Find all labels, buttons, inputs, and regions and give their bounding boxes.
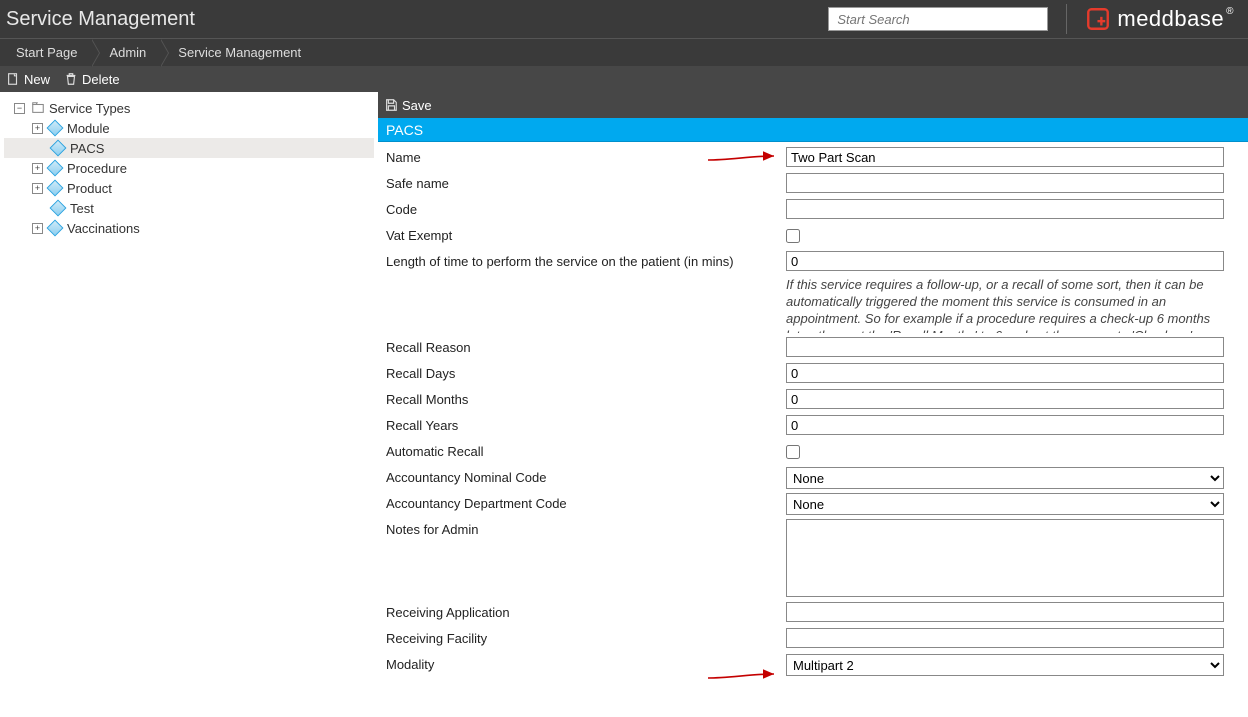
brand-logo: meddbase® <box>1085 6 1238 32</box>
expand-icon[interactable]: + <box>32 183 43 194</box>
length-label: Length of time to perform the service on… <box>386 250 786 269</box>
tree-item-procedure[interactable]: +Procedure <box>4 158 374 178</box>
save-icon <box>384 98 398 112</box>
diamond-icon <box>47 120 64 137</box>
tree-panel: − Service Types +Module PACS +Procedure … <box>0 92 378 699</box>
recv-fac-label: Receiving Facility <box>386 627 786 646</box>
expand-icon[interactable]: + <box>32 223 43 234</box>
reg-mark: ® <box>1226 6 1234 17</box>
tree-item-vaccinations[interactable]: +Vaccinations <box>4 218 374 238</box>
tree-root[interactable]: − Service Types <box>4 98 374 118</box>
savebar: Save <box>378 92 1248 118</box>
actionbar: New Delete <box>0 66 1248 92</box>
crumb-start[interactable]: Start Page <box>4 41 93 64</box>
tree-item-module[interactable]: +Module <box>4 118 374 138</box>
tree-item-pacs[interactable]: PACS <box>4 138 374 158</box>
brand-text: meddbase <box>1117 6 1224 32</box>
form: Name Safe name Code Vat Exempt Length of… <box>378 142 1248 699</box>
page-title: Service Management <box>6 8 195 31</box>
recall-help-text: If this service requires a follow-up, or… <box>786 277 1224 333</box>
length-field[interactable] <box>786 251 1224 271</box>
recv-app-label: Receiving Application <box>386 601 786 620</box>
diamond-icon <box>50 140 67 157</box>
dept-label: Accountancy Department Code <box>386 492 786 511</box>
meddbase-icon <box>1085 6 1111 32</box>
vat-checkbox[interactable] <box>786 229 800 243</box>
recv-app-field[interactable] <box>786 602 1224 622</box>
collapse-icon[interactable]: − <box>14 103 25 114</box>
expand-icon[interactable]: + <box>32 123 43 134</box>
new-icon <box>6 72 20 86</box>
name-field[interactable] <box>786 147 1224 167</box>
detail-panel: Save PACS Name Safe name Code Vat Exempt… <box>378 92 1248 699</box>
recall-days-field[interactable] <box>786 363 1224 383</box>
recall-months-label: Recall Months <box>386 388 786 407</box>
new-button[interactable]: New <box>6 72 50 87</box>
delete-button[interactable]: Delete <box>64 72 120 87</box>
tree-item-test[interactable]: Test <box>4 198 374 218</box>
diamond-icon <box>47 160 64 177</box>
breadcrumb: Start Page Admin Service Management <box>0 38 1248 66</box>
recall-reason-field[interactable] <box>786 337 1224 357</box>
diamond-icon <box>47 220 64 237</box>
vat-label: Vat Exempt <box>386 224 786 243</box>
recall-days-label: Recall Days <box>386 362 786 381</box>
diamond-icon <box>47 180 64 197</box>
tree-item-product[interactable]: +Product <box>4 178 374 198</box>
crumb-service-management[interactable]: Service Management <box>166 41 317 64</box>
notes-textarea[interactable] <box>786 519 1224 597</box>
recall-years-label: Recall Years <box>386 414 786 433</box>
main: − Service Types +Module PACS +Procedure … <box>0 92 1248 699</box>
expand-icon[interactable]: + <box>32 163 43 174</box>
section-header: PACS <box>378 118 1248 142</box>
recall-months-field[interactable] <box>786 389 1224 409</box>
nominal-label: Accountancy Nominal Code <box>386 466 786 485</box>
name-label: Name <box>386 146 786 165</box>
modality-label: Modality <box>386 653 786 672</box>
recv-fac-field[interactable] <box>786 628 1224 648</box>
topbar: Service Management meddbase® <box>0 0 1248 38</box>
recall-years-field[interactable] <box>786 415 1224 435</box>
divider <box>1066 4 1067 34</box>
safename-field[interactable] <box>786 173 1224 193</box>
code-field[interactable] <box>786 199 1224 219</box>
folder-icon <box>31 101 45 115</box>
safename-label: Safe name <box>386 172 786 191</box>
crumb-admin[interactable]: Admin <box>97 41 162 64</box>
nominal-select[interactable]: None <box>786 467 1224 489</box>
modality-select[interactable]: Multipart 2 <box>786 654 1224 676</box>
diamond-icon <box>50 200 67 217</box>
search-input[interactable] <box>828 7 1048 31</box>
dept-select[interactable]: None <box>786 493 1224 515</box>
recall-reason-label: Recall Reason <box>386 336 786 355</box>
auto-recall-checkbox[interactable] <box>786 445 800 459</box>
trash-icon <box>64 72 78 86</box>
notes-label: Notes for Admin <box>386 518 786 537</box>
save-button[interactable]: Save <box>384 98 432 113</box>
auto-recall-label: Automatic Recall <box>386 440 786 459</box>
code-label: Code <box>386 198 786 217</box>
